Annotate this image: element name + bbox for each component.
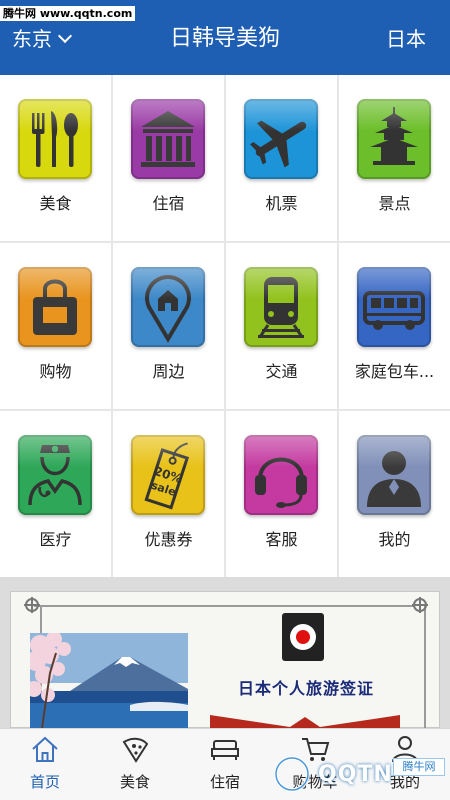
transport-tile bbox=[244, 267, 318, 347]
nurse-doctor-icon bbox=[28, 445, 82, 506]
grid-label: 机票 bbox=[265, 194, 298, 213]
grid-item-mine[interactable]: 我的 bbox=[339, 411, 450, 577]
top-bar: 腾牛网 www.qqtn.com 东京 日韩导美狗 日本 bbox=[0, 0, 450, 75]
grid-item-shopping[interactable]: 购物 bbox=[0, 243, 111, 409]
ornament-icon bbox=[24, 597, 40, 613]
grid-item-family-charter[interactable]: 家庭包车... bbox=[339, 243, 450, 409]
city-selector[interactable]: 东京 bbox=[12, 26, 73, 52]
banner-frame bbox=[424, 605, 426, 728]
grid-item-sights[interactable]: 景点 bbox=[339, 75, 450, 241]
bus-icon bbox=[363, 291, 425, 330]
coupons-tile: 20% sale bbox=[131, 435, 205, 515]
banner-title: 日本个人旅游签证 bbox=[237, 679, 374, 698]
pizza-slice-icon bbox=[122, 737, 149, 763]
city-label: 东京 bbox=[12, 27, 52, 51]
site-watermark: 腾牛网 www.qqtn.com bbox=[0, 6, 136, 21]
promo-banner[interactable]: 日本个人旅游签证 bbox=[0, 577, 450, 728]
flag-red-dot bbox=[296, 630, 310, 644]
lodging-tile bbox=[131, 99, 205, 179]
feature-grid: 美食 住宿 机票 景点 购物 周边 交通 家庭包车... 医疗 20% sale… bbox=[0, 75, 450, 577]
app-screen: 腾牛网 www.qqtn.com 东京 日韩导美狗 日本 美食 住宿 机票 景点… bbox=[0, 0, 450, 800]
grid-label: 景点 bbox=[378, 194, 411, 213]
nav-label: 美食 bbox=[119, 773, 150, 791]
train-icon bbox=[258, 277, 304, 338]
chevron-down-icon bbox=[57, 28, 73, 44]
shopping-bag-icon bbox=[33, 279, 77, 335]
qqtn-watermark: QQTN bbox=[318, 762, 393, 787]
shopping-tile bbox=[18, 267, 92, 347]
nav-food[interactable]: 美食 bbox=[90, 729, 180, 800]
grid-label: 周边 bbox=[152, 362, 185, 381]
service-tile bbox=[244, 435, 318, 515]
grid-item-transport[interactable]: 交通 bbox=[226, 243, 337, 409]
nav-home[interactable]: 首页 bbox=[0, 729, 90, 800]
fork-knife-spoon-icon bbox=[32, 111, 78, 167]
airplane-icon bbox=[250, 120, 307, 168]
user-silhouette-icon bbox=[367, 451, 421, 507]
grid-label: 购物 bbox=[39, 362, 72, 381]
grid-label: 客服 bbox=[265, 530, 298, 549]
home-icon bbox=[32, 736, 58, 762]
nearby-tile bbox=[131, 267, 205, 347]
nav-lodging[interactable]: 住宿 bbox=[180, 729, 270, 800]
grid-item-nearby[interactable]: 周边 bbox=[113, 243, 224, 409]
country-selector[interactable]: 日本 bbox=[386, 26, 426, 52]
sale-tag-icon: 20% sale bbox=[144, 442, 190, 510]
grid-label: 交通 bbox=[265, 362, 298, 381]
grid-label: 家庭包车... bbox=[354, 362, 435, 381]
banner-frame bbox=[34, 605, 414, 607]
mount-fuji-photo bbox=[30, 633, 188, 728]
grid-item-customer-service[interactable]: 客服 bbox=[226, 411, 337, 577]
bed-icon bbox=[211, 740, 239, 760]
grid-label: 我的 bbox=[378, 530, 411, 549]
nav-label: 首页 bbox=[29, 773, 60, 791]
building-columns-icon bbox=[141, 111, 195, 167]
sights-tile bbox=[357, 99, 431, 179]
grid-item-flights[interactable]: 机票 bbox=[226, 75, 337, 241]
ornament-icon bbox=[412, 597, 428, 613]
japan-flag-badge bbox=[282, 613, 324, 661]
headset-icon bbox=[255, 457, 307, 508]
mine-tile bbox=[357, 435, 431, 515]
medical-tile bbox=[18, 435, 92, 515]
grid-item-lodging[interactable]: 住宿 bbox=[113, 75, 224, 241]
charter-tile bbox=[357, 267, 431, 347]
grid-label: 美食 bbox=[39, 194, 72, 213]
ribbon-decoration bbox=[210, 715, 400, 728]
grid-label: 医疗 bbox=[39, 530, 72, 549]
grid-label: 住宿 bbox=[152, 194, 185, 213]
nav-label: 住宿 bbox=[209, 773, 240, 791]
pagoda-icon bbox=[370, 107, 418, 165]
grid-label: 优惠券 bbox=[144, 530, 193, 549]
grid-item-food[interactable]: 美食 bbox=[0, 75, 111, 241]
flights-tile bbox=[244, 99, 318, 179]
qqtn-badge: 腾牛网 bbox=[393, 758, 445, 776]
grid-item-medical[interactable]: 医疗 bbox=[0, 411, 111, 577]
map-pin-home-icon bbox=[145, 275, 191, 343]
grid-item-coupons[interactable]: 20% sale 优惠券 bbox=[113, 411, 224, 577]
food-tile bbox=[18, 99, 92, 179]
